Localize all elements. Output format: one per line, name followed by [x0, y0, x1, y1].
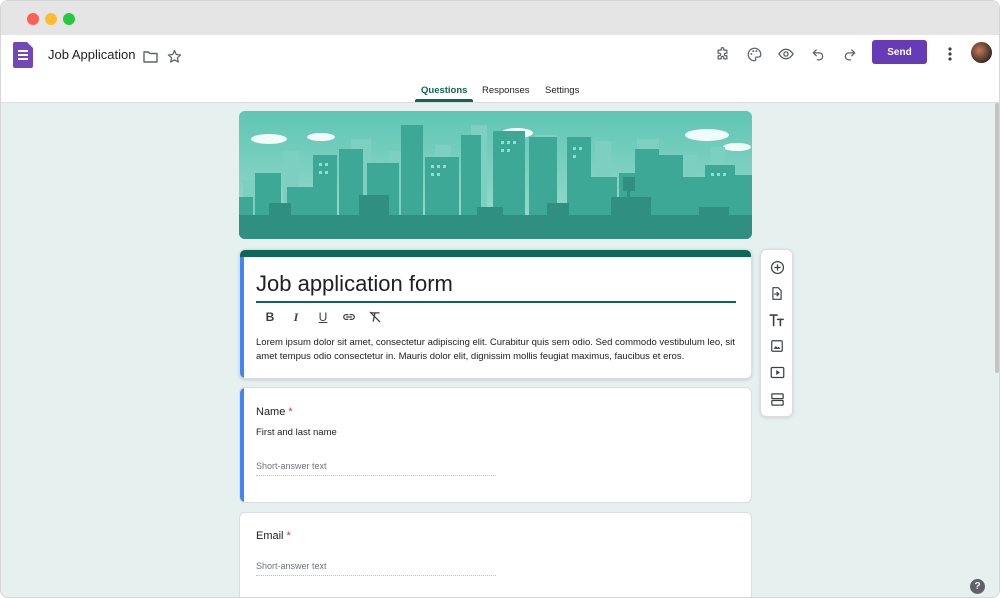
browser-window: Job Application Send Questions Responses	[0, 0, 1000, 598]
short-answer-field: Short-answer text	[256, 461, 496, 476]
tab-responses[interactable]: Responses	[482, 85, 530, 96]
bold-button[interactable]: B	[262, 310, 278, 324]
add-question-icon[interactable]	[768, 258, 786, 276]
send-button[interactable]: Send	[872, 40, 927, 64]
active-card-indicator	[240, 388, 244, 502]
question-description[interactable]: First and last name	[256, 427, 337, 438]
page-scrollbar[interactable]	[995, 103, 999, 373]
preview-eye-icon[interactable]	[777, 45, 795, 63]
add-video-icon[interactable]	[768, 363, 786, 381]
help-icon[interactable]: ?	[970, 579, 985, 594]
required-asterisk: *	[286, 530, 291, 542]
theme-color-band	[240, 250, 751, 257]
form-description[interactable]: Lorem ipsum dolor sit amet, consectetur …	[256, 336, 740, 363]
form-title-input[interactable]: Job application form	[256, 271, 453, 297]
app-header: Job Application Send Questions Responses	[1, 35, 999, 103]
close-window-button[interactable]	[27, 13, 39, 25]
tab-questions[interactable]: Questions	[421, 85, 467, 96]
clear-format-icon[interactable]	[367, 310, 383, 324]
active-tab-indicator	[415, 99, 473, 102]
add-section-icon[interactable]	[768, 390, 786, 408]
question-card-email[interactable]: Email * Short-answer text	[239, 512, 752, 597]
question-title-text: Email	[256, 530, 284, 542]
italic-button[interactable]: I	[288, 310, 304, 325]
maximize-window-button[interactable]	[63, 13, 75, 25]
required-asterisk: *	[288, 406, 293, 418]
redo-icon[interactable]	[841, 45, 859, 63]
question-title[interactable]: Name *	[256, 406, 293, 418]
short-answer-field: Short-answer text	[256, 561, 496, 576]
document-title[interactable]: Job Application	[48, 47, 135, 62]
import-questions-icon[interactable]	[768, 284, 786, 302]
underline-button[interactable]: U	[315, 310, 331, 324]
palette-icon[interactable]	[745, 45, 763, 63]
question-title-text: Name	[256, 406, 286, 418]
account-avatar[interactable]	[971, 42, 992, 63]
minimize-window-button[interactable]	[45, 13, 57, 25]
window-titlebar	[1, 1, 999, 35]
title-input-underline	[256, 301, 736, 303]
star-icon[interactable]	[166, 48, 182, 64]
form-title-card[interactable]: Job application form B I U Lorem ipsum d…	[239, 249, 752, 379]
question-card-name[interactable]: Name * First and last name Short-answer t…	[239, 387, 752, 503]
add-title-icon[interactable]	[768, 311, 786, 329]
add-ons-puzzle-icon[interactable]	[713, 45, 731, 63]
folder-icon[interactable]	[142, 48, 158, 64]
floating-toolbar	[760, 249, 793, 417]
add-image-icon[interactable]	[768, 337, 786, 355]
undo-icon[interactable]	[809, 45, 827, 63]
question-title[interactable]: Email *	[256, 530, 291, 542]
form-header-image	[239, 111, 752, 239]
active-card-indicator	[240, 257, 244, 378]
tab-settings[interactable]: Settings	[545, 85, 579, 96]
google-forms-logo-icon[interactable]	[13, 42, 33, 68]
more-vert-icon[interactable]	[941, 45, 959, 63]
link-icon[interactable]	[341, 310, 357, 324]
